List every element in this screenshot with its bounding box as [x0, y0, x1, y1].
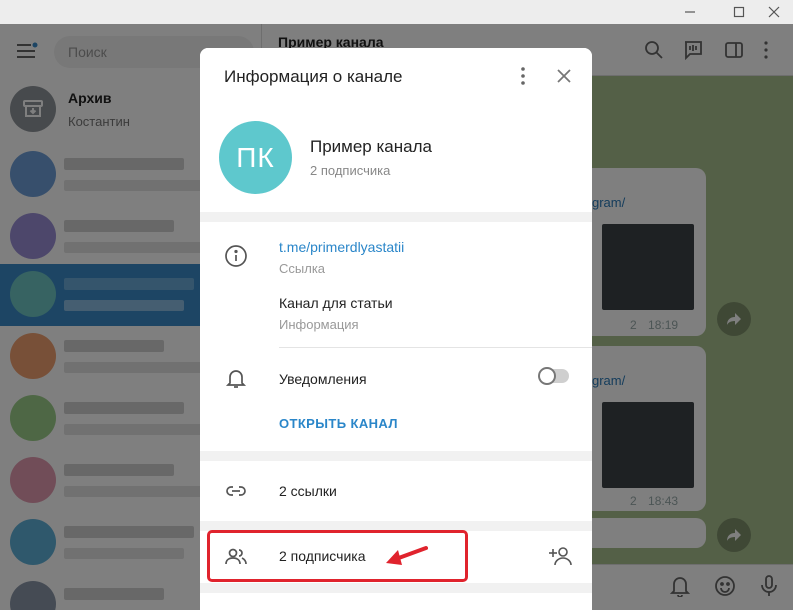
annotation-arrow-icon	[384, 540, 428, 575]
links-row[interactable]: 2 ссылки	[200, 461, 592, 521]
notifications-toggle[interactable]	[538, 367, 569, 385]
channel-subscribers: 2 подписчика	[310, 163, 391, 178]
bell-icon	[224, 366, 248, 390]
window-titlebar	[0, 0, 793, 24]
modal-header-section: Информация о канале ПК Пример канала 2 п…	[200, 48, 592, 212]
notifications-label: Уведомления	[279, 371, 367, 387]
channel-name: Пример канала	[310, 137, 432, 156]
channel-details-section: t.me/primerdlyastatii Ссылка Канал для с…	[200, 222, 592, 451]
channel-link[interactable]: t.me/primerdlyastatii	[279, 239, 404, 255]
link-icon	[224, 479, 248, 503]
channel-link-label: Ссылка	[279, 261, 326, 276]
channel-description: Канал для статьи	[279, 295, 393, 311]
channel-info-modal: Информация о канале ПК Пример канала 2 п…	[200, 48, 592, 610]
minimize-icon[interactable]	[676, 2, 704, 22]
maximize-icon[interactable]	[725, 2, 753, 22]
open-channel-button[interactable]: ОТКРЫТЬ КАНАЛ	[279, 416, 398, 431]
links-label: 2 ссылки	[279, 483, 337, 499]
highlight-box	[207, 530, 468, 582]
channel-description-label: Информация	[279, 317, 359, 332]
close-icon[interactable]	[552, 64, 576, 88]
add-user-icon[interactable]	[548, 544, 574, 573]
window-close-icon[interactable]	[760, 2, 788, 22]
info-icon	[224, 244, 248, 268]
more-options-icon[interactable]	[512, 64, 534, 88]
modal-next-section	[200, 593, 592, 610]
toggle-knob	[538, 367, 556, 385]
channel-avatar: ПК	[219, 121, 292, 194]
divider	[279, 347, 592, 348]
modal-title: Информация о канале	[224, 67, 403, 86]
